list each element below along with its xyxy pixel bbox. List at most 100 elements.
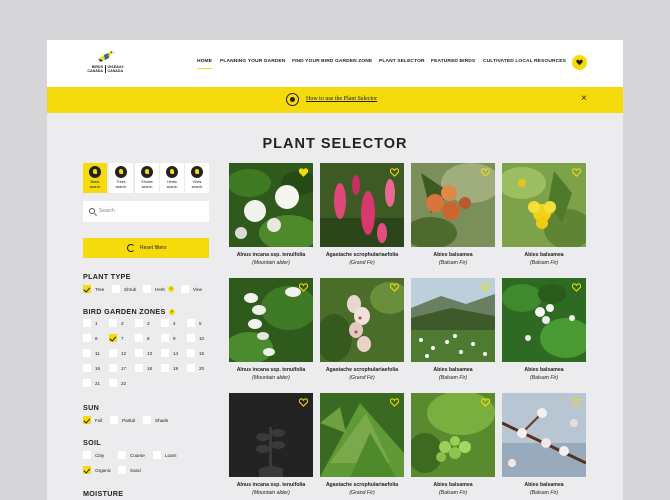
favorites-button[interactable]: [572, 55, 587, 70]
brand-logo[interactable]: BIRDS CANADA OISEAUX CANADA: [83, 50, 127, 76]
favorite-heart-icon[interactable]: [572, 398, 581, 407]
checkbox-zone-14[interactable]: [161, 349, 169, 357]
type-tab-label: search: [166, 185, 178, 190]
checkbox-zone-11[interactable]: [83, 349, 91, 357]
favorite-heart-icon[interactable]: [481, 283, 490, 292]
checkbox-full-sun[interactable]: [83, 416, 91, 424]
checkbox-label: Shrub: [124, 287, 137, 292]
checkbox-zone-22[interactable]: [109, 379, 117, 387]
plant-card[interactable]: Agastache scrophulariaefolia (Grand Fir): [320, 393, 404, 499]
checkbox-zone-3[interactable]: [135, 319, 143, 327]
checkbox-zone-15[interactable]: [187, 349, 195, 357]
checkbox-zone-6[interactable]: [83, 334, 91, 342]
plant-common-name: (Grand Fir): [349, 260, 375, 266]
plant-card[interactable]: Abies balsamea (Balsam Fir): [502, 163, 586, 269]
checkbox-zone-5[interactable]: [187, 319, 195, 327]
checkbox-tree[interactable]: [83, 285, 91, 293]
favorite-heart-icon[interactable]: [299, 398, 308, 407]
plant-scientific-name[interactable]: Abies balsamea: [496, 482, 592, 488]
plant-scientific-name[interactable]: Abies balsamea: [496, 367, 592, 373]
filter-heading-sun: SUN: [83, 403, 100, 412]
plant-scientific-name[interactable]: Agastache scrophulariaefolia: [314, 367, 410, 373]
plant-card[interactable]: Agastache scrophulariaefolia (Grand Fir): [320, 163, 404, 269]
checkbox-label: Sand: [130, 468, 141, 473]
checkbox-zone-16[interactable]: [83, 364, 91, 372]
nav-home[interactable]: HOME: [197, 59, 213, 69]
checkbox-zone-9[interactable]: [161, 334, 169, 342]
favorite-heart-icon[interactable]: [390, 168, 399, 177]
plant-scientific-name[interactable]: Alnus incana ssp. tenuifolia: [223, 252, 319, 258]
plant-card[interactable]: Alnus incana ssp. tenuifolia (Mountain al…: [229, 278, 313, 384]
page: BIRDS CANADA OISEAUX CANADA HOME PLANNIN…: [47, 40, 623, 500]
close-banner-button[interactable]: ×: [581, 94, 587, 104]
plant-card[interactable]: Abies balsamea (Balsam Fir): [411, 278, 495, 384]
checkbox-partial-sun[interactable]: [110, 416, 118, 424]
checkbox-shrub[interactable]: [112, 285, 120, 293]
plant-scientific-name[interactable]: Abies balsamea: [405, 367, 501, 373]
checkbox-sand[interactable]: [118, 466, 126, 474]
type-tab-herbs-search[interactable]: Herbs search: [160, 163, 184, 193]
logo-text-en: BIRDS CANADA: [87, 65, 103, 74]
favorite-heart-icon[interactable]: [299, 168, 308, 177]
checkbox-zone-1[interactable]: [83, 319, 91, 327]
type-tab-shrubs-search[interactable]: Shrubs search: [135, 163, 159, 193]
herb-help-icon[interactable]: ?: [168, 286, 174, 292]
checkbox-zone-12[interactable]: [109, 349, 117, 357]
checkbox-label: 12: [121, 351, 127, 356]
nav-featured-birds[interactable]: FEATURED BIRDS: [431, 59, 475, 69]
checkbox-zone-10[interactable]: [187, 334, 195, 342]
checkbox-coarse[interactable]: [118, 451, 126, 459]
plant-card[interactable]: Abies balsamea (Balsam Fir): [411, 163, 495, 269]
checkbox-zone-17[interactable]: [109, 364, 117, 372]
favorite-heart-icon[interactable]: [299, 283, 308, 292]
plant-scientific-name[interactable]: Abies balsamea: [405, 482, 501, 488]
checkbox-loam[interactable]: [153, 451, 161, 459]
checkbox-zone-20[interactable]: [187, 364, 195, 372]
checkbox-zone-7[interactable]: [109, 334, 117, 342]
plant-scientific-name[interactable]: Abies balsamea: [496, 252, 592, 258]
help-link[interactable]: How to use the Plant Selector: [306, 96, 377, 102]
checkbox-shade[interactable]: [143, 416, 151, 424]
filter-heading-text: BIRD GARDEN ZONES: [83, 307, 166, 316]
nav-planning-your-garden[interactable]: PLANNING YOUR GARDEN: [220, 59, 286, 69]
reset-filters-button[interactable]: Reset filters: [83, 238, 209, 258]
plant-card[interactable]: Abies balsamea (Balsam Fir): [502, 278, 586, 384]
type-tab-basic-search[interactable]: Basic search: [83, 163, 107, 193]
favorite-heart-icon[interactable]: [481, 168, 490, 177]
type-tab-trees-search[interactable]: Trees search: [109, 163, 133, 193]
plant-card[interactable]: Abies balsamea (Balsam Fir): [411, 393, 495, 499]
plant-scientific-name[interactable]: Abies balsamea: [405, 252, 501, 258]
checkbox-zone-8[interactable]: [135, 334, 143, 342]
plant-scientific-name[interactable]: Alnus incana ssp. tenuifolia: [223, 482, 319, 488]
favorite-heart-icon[interactable]: [390, 398, 399, 407]
favorite-heart-icon[interactable]: [572, 168, 581, 177]
search-input[interactable]: Search: [83, 201, 209, 222]
checkbox-organic[interactable]: [83, 466, 91, 474]
nav-plant-selector[interactable]: PLANT SELECTOR: [379, 59, 425, 69]
plant-card[interactable]: Abies balsamea (Balsam Fir): [502, 393, 586, 499]
checkbox-zone-19[interactable]: [161, 364, 169, 372]
checkbox-zone-18[interactable]: [135, 364, 143, 372]
checkbox-zone-13[interactable]: [135, 349, 143, 357]
favorite-heart-icon[interactable]: [390, 283, 399, 292]
plant-scientific-name[interactable]: Agastache scrophulariaefolia: [314, 252, 410, 258]
checkbox-zone-2[interactable]: [109, 319, 117, 327]
plant-scientific-name[interactable]: Agastache scrophulariaefolia: [314, 482, 410, 488]
nav-find-your-bird-garden-zone[interactable]: FIND YOUR BIRD GARDEN ZONE: [292, 59, 372, 69]
favorite-heart-icon[interactable]: [481, 398, 490, 407]
checkbox-clay[interactable]: [83, 451, 91, 459]
plant-card[interactable]: Alnus incana ssp. tenuifolia (Mountain al…: [229, 393, 313, 499]
checkbox-zone-21[interactable]: [83, 379, 91, 387]
nav-cultivated-local-resources[interactable]: CULTIVATED LOCAL RESOURCES: [483, 59, 566, 69]
checkbox-zone-4[interactable]: [161, 319, 169, 327]
plant-common-name: (Balsam Fir): [529, 490, 559, 496]
favorite-heart-icon[interactable]: [572, 283, 581, 292]
checkbox-vine[interactable]: [181, 285, 189, 293]
plant-scientific-name[interactable]: Alnus incana ssp. tenuifolia: [223, 367, 319, 373]
search-icon: [89, 208, 95, 214]
plant-card[interactable]: Agastache scrophulariaefolia (Grand Fir): [320, 278, 404, 384]
zones-help-icon[interactable]: ?: [168, 309, 175, 316]
plant-card[interactable]: Alnus incana ssp. tenuifolia (Mountain al…: [229, 163, 313, 269]
checkbox-herb[interactable]: [143, 285, 151, 293]
type-tab-vines-search[interactable]: Vines search: [185, 163, 209, 193]
